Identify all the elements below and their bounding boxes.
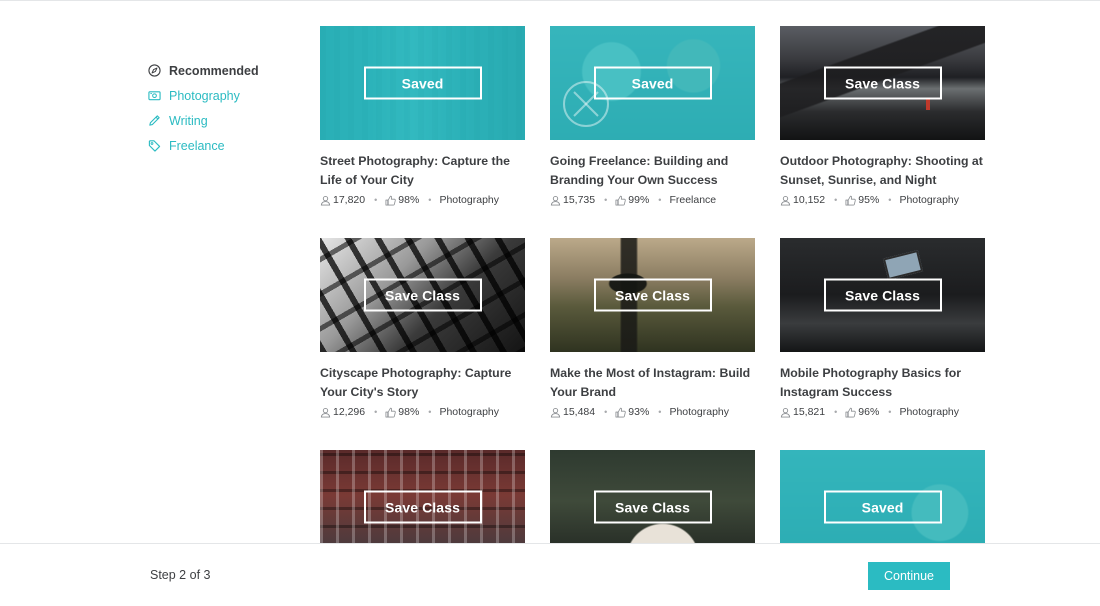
thumbs-up-icon	[615, 407, 627, 418]
user-icon	[550, 195, 561, 206]
class-category[interactable]: Photography	[439, 406, 499, 418]
class-title[interactable]: Cityscape Photography: Capture Your City…	[320, 364, 525, 402]
student-count: 15,484	[563, 406, 596, 418]
thumbs-up-icon	[845, 195, 857, 206]
save-class-button[interactable]: Save Class	[823, 278, 942, 312]
thumbs-up-icon	[385, 407, 397, 418]
rating-percent: 98%	[398, 406, 420, 418]
meta-separator: •	[658, 195, 662, 205]
meta-separator: •	[374, 195, 378, 205]
class-meta: 17,820 • 98% • Photography	[320, 194, 525, 206]
meta-separator: •	[888, 195, 892, 205]
sidebar-item-photography[interactable]: Photography	[147, 83, 297, 108]
save-class-button[interactable]: Save Class	[363, 278, 482, 312]
user-icon	[320, 195, 331, 206]
class-meta: 15,484 • 93% • Photography	[550, 406, 755, 418]
photo-icon	[147, 89, 161, 103]
class-meta: 15,821 • 96% • Photography	[780, 406, 985, 418]
rating-percent: 99%	[628, 194, 650, 206]
user-icon	[320, 407, 331, 418]
rating-percent: 95%	[858, 194, 880, 206]
thumbs-up-icon	[385, 195, 397, 206]
meta-separator: •	[374, 407, 378, 417]
meta-separator: •	[604, 407, 608, 417]
sidebar-item-writing[interactable]: Writing	[147, 108, 297, 133]
step-indicator: Step 2 of 3	[150, 568, 211, 582]
class-card: Save Class Mobile Photography Basics for…	[780, 238, 985, 418]
class-category[interactable]: Photography	[669, 406, 729, 418]
class-card: Saved Going Freelance: Building and Bran…	[550, 26, 755, 206]
sidebar-item-label: Recommended	[169, 63, 259, 78]
tag-icon	[147, 139, 161, 153]
student-count: 17,820	[333, 194, 366, 206]
top-divider	[0, 0, 1100, 1]
student-count: 10,152	[793, 194, 826, 206]
compass-icon	[147, 64, 161, 78]
meta-separator: •	[834, 407, 838, 417]
student-count: 15,821	[793, 406, 826, 418]
hiker-figure	[926, 98, 930, 110]
class-title[interactable]: Outdoor Photography: Shooting at Sunset,…	[780, 152, 985, 190]
rating-percent: 98%	[398, 194, 420, 206]
rating-percent: 96%	[858, 406, 880, 418]
class-thumbnail[interactable]: Save Class	[780, 238, 985, 352]
meta-separator: •	[604, 195, 608, 205]
saved-button[interactable]: Saved	[593, 66, 712, 100]
class-thumbnail[interactable]: Save Class	[780, 26, 985, 140]
sidebar-item-recommended[interactable]: Recommended	[147, 58, 297, 83]
class-card: Save Class Outdoor Photography: Shooting…	[780, 26, 985, 206]
sidebar-item-label: Freelance	[169, 138, 225, 153]
save-class-button[interactable]: Save Class	[593, 278, 712, 312]
pencil-icon	[147, 114, 161, 128]
user-icon	[550, 407, 561, 418]
class-category[interactable]: Photography	[899, 194, 959, 206]
class-card: Saved Street Photography: Capture the Li…	[320, 26, 525, 206]
class-title[interactable]: Going Freelance: Building and Branding Y…	[550, 152, 755, 190]
student-count: 15,735	[563, 194, 596, 206]
thumbs-up-icon	[845, 407, 857, 418]
class-thumbnail[interactable]: Saved	[550, 26, 755, 140]
sidebar-item-label: Photography	[169, 88, 240, 103]
class-title[interactable]: Make the Most of Instagram: Build Your B…	[550, 364, 755, 402]
class-card: Save Class Make the Most of Instagram: B…	[550, 238, 755, 418]
save-class-button[interactable]: Save Class	[823, 66, 942, 100]
sidebar-item-label: Writing	[169, 113, 208, 128]
meta-separator: •	[428, 407, 432, 417]
category-sidebar: Recommended Photography Writing Freelanc…	[147, 58, 297, 158]
user-icon	[780, 195, 791, 206]
meta-separator: •	[428, 195, 432, 205]
save-class-button[interactable]: Save Class	[363, 490, 482, 524]
meta-separator: •	[658, 407, 662, 417]
saved-button[interactable]: Saved	[823, 490, 942, 524]
user-icon	[780, 407, 791, 418]
class-meta: 15,735 • 99% • Freelance	[550, 194, 755, 206]
class-thumbnail[interactable]: Save Class	[550, 238, 755, 352]
class-thumbnail[interactable]: Save Class	[320, 238, 525, 352]
meta-separator: •	[888, 407, 892, 417]
sidebar-item-freelance[interactable]: Freelance	[147, 133, 297, 158]
class-meta: 12,296 • 98% • Photography	[320, 406, 525, 418]
thumbs-up-icon	[615, 195, 627, 206]
meta-separator: •	[834, 195, 838, 205]
class-category[interactable]: Photography	[899, 406, 959, 418]
save-class-button[interactable]: Save Class	[593, 490, 712, 524]
rating-percent: 93%	[628, 406, 650, 418]
continue-button[interactable]: Continue	[868, 562, 950, 590]
class-title[interactable]: Mobile Photography Basics for Instagram …	[780, 364, 985, 402]
class-category[interactable]: Photography	[439, 194, 499, 206]
class-thumbnail[interactable]: Saved	[320, 26, 525, 140]
class-meta: 10,152 • 95% • Photography	[780, 194, 985, 206]
saved-button[interactable]: Saved	[363, 66, 482, 100]
class-title[interactable]: Street Photography: Capture the Life of …	[320, 152, 525, 190]
class-category[interactable]: Freelance	[669, 194, 716, 206]
class-card: Save Class Cityscape Photography: Captur…	[320, 238, 525, 418]
student-count: 12,296	[333, 406, 366, 418]
onboarding-footer: Step 2 of 3 Continue	[0, 543, 1100, 606]
